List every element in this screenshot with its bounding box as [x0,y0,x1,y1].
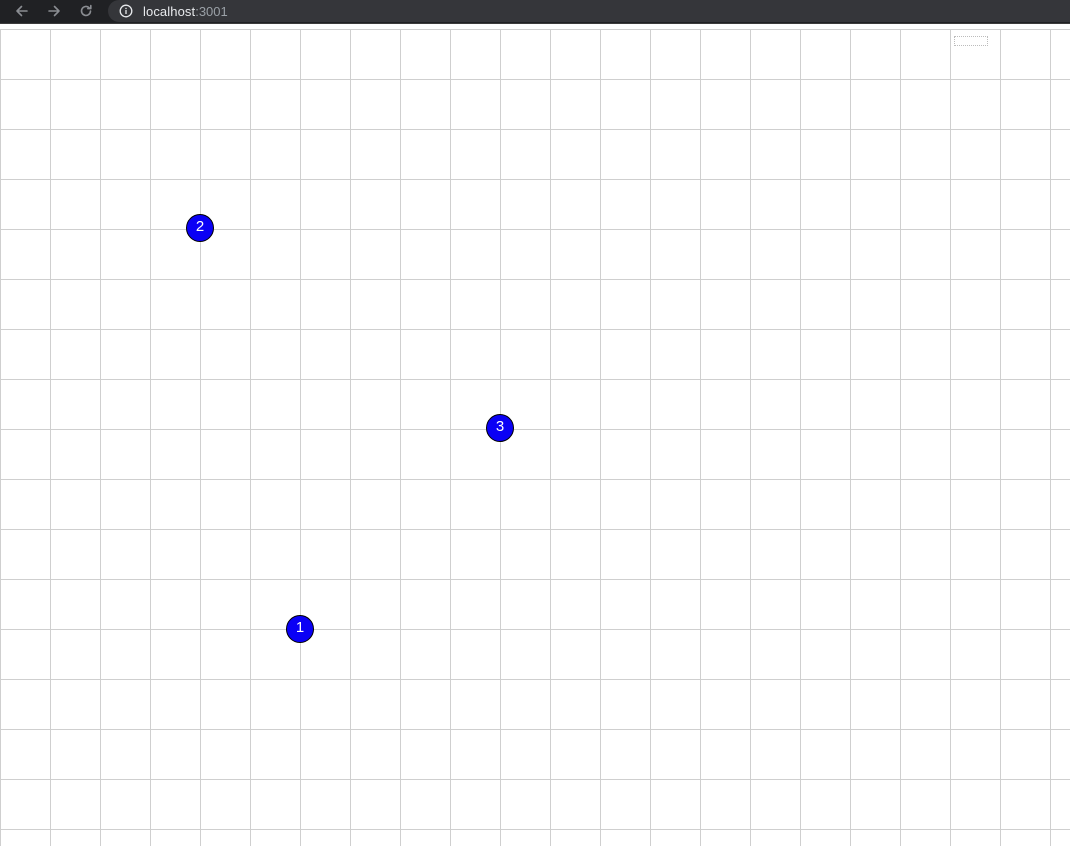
marker-3[interactable]: 3 [486,414,514,442]
corner-control[interactable] [954,36,988,46]
marker-2[interactable]: 2 [186,214,214,242]
info-icon[interactable] [119,4,133,18]
arrow-left-icon[interactable] [11,1,33,21]
marker-1[interactable]: 1 [286,615,314,643]
url-port: :3001 [195,3,228,19]
address-bar[interactable]: localhost:3001 [108,0,1070,22]
arrow-right-icon[interactable] [43,1,65,21]
reload-icon[interactable] [75,1,97,21]
url-host: localhost [143,3,196,19]
browser-toolbar: localhost:3001 [0,0,1070,24]
grid-canvas[interactable]: 1 2 3 [0,29,1070,846]
